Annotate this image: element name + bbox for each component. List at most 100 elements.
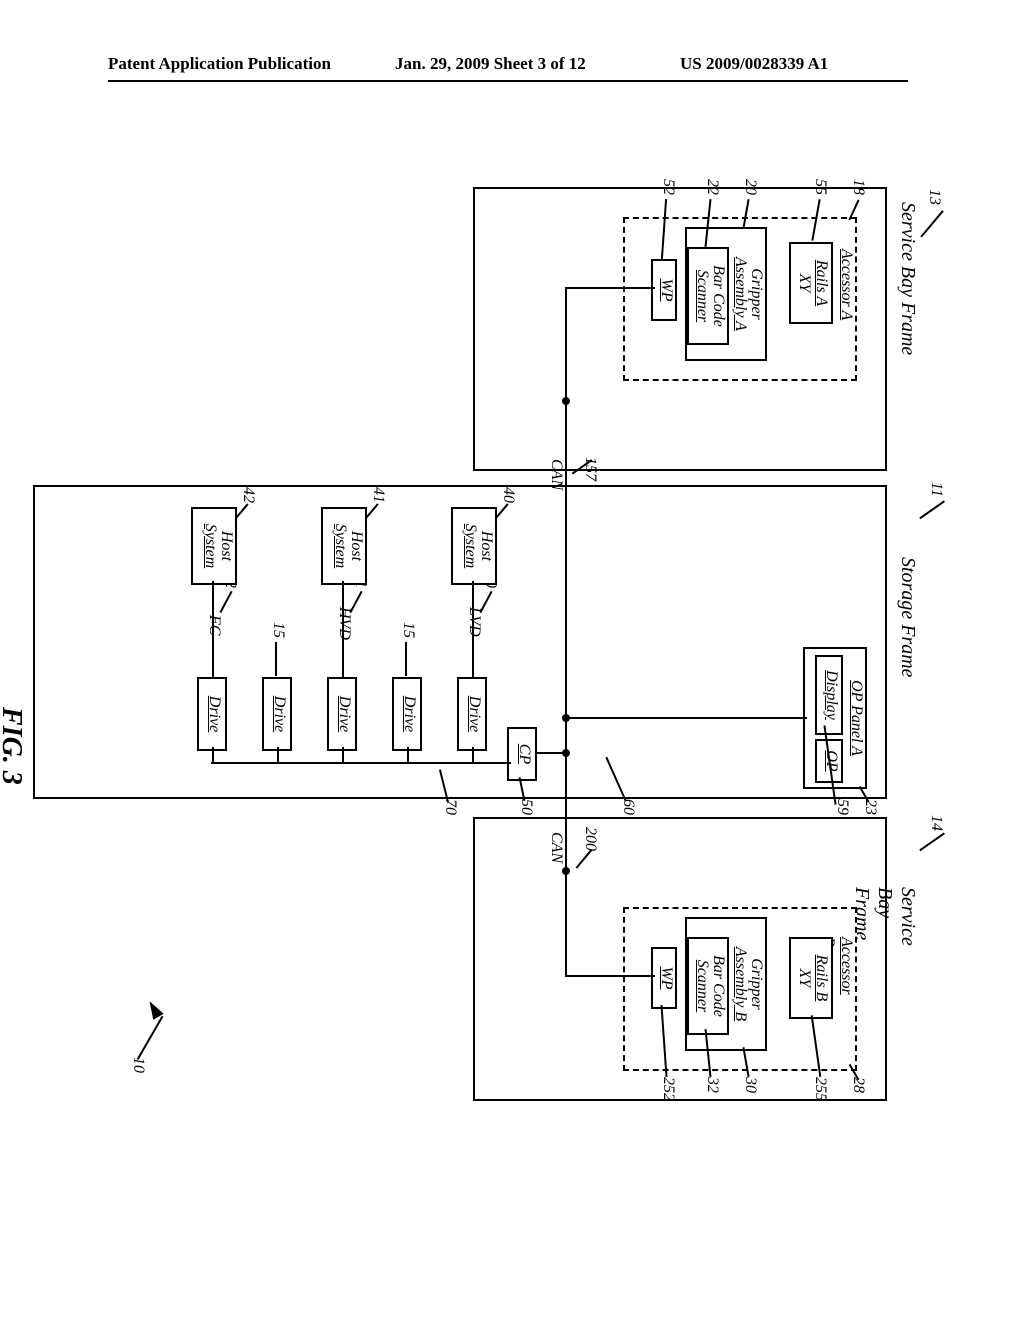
wp-b-label: WP: [657, 949, 675, 1007]
host-3: Host System: [191, 507, 237, 585]
ref-252: 252: [659, 1077, 677, 1101]
ref-15b: 15: [269, 622, 287, 638]
cp-d5: [212, 747, 214, 764]
drive-4: Drive: [262, 677, 292, 751]
barcode-a-box: Bar Code Scanner: [687, 247, 729, 345]
ref-23: 23: [861, 799, 879, 815]
ref-70: 70: [441, 799, 459, 815]
header-right: US 2009/0028339 A1: [680, 54, 828, 74]
host-1-b: System: [461, 509, 479, 583]
bus-lvd-line: [472, 581, 474, 677]
header-mid: Jan. 29, 2009 Sheet 3 of 12: [395, 54, 586, 74]
can-left-label: CAN: [547, 459, 565, 490]
can-node-right: [562, 867, 570, 875]
ref-14: 14: [927, 815, 945, 831]
ref-200: 200: [581, 827, 599, 851]
barcode-b-label: Bar Code: [709, 939, 727, 1033]
rails-b-label: Rails B: [812, 939, 830, 1017]
drive-4-label: Drive: [270, 679, 288, 749]
cp-box: CP: [507, 727, 537, 781]
header-left: Patent Application Publication: [108, 54, 331, 74]
gripper-a-label: Gripper: [747, 229, 765, 359]
figure-label: FIG. 3: [0, 707, 27, 785]
rails-a: Rails A XY: [789, 242, 833, 324]
page: Patent Application Publication Jan. 29, …: [0, 0, 1024, 1320]
ref-55: 55: [811, 179, 829, 195]
can-node-op: [562, 714, 570, 722]
can-drop-a: [567, 287, 655, 289]
cp-d3: [342, 747, 344, 764]
rails-a-sub: XY: [795, 244, 813, 322]
gripper-b-label: Gripper: [747, 919, 765, 1049]
gripper-a-sub: Assembly A: [731, 229, 749, 359]
host-1-a: Host: [477, 509, 495, 583]
drive-5-label: Drive: [205, 679, 223, 749]
cp-d2: [407, 747, 409, 764]
wp-a: WP: [651, 259, 677, 321]
figure-diagram: Service Bay Frame 13 Accessor A 18 Rails…: [1, 357, 927, 909]
can-node-left: [562, 397, 570, 405]
drive-3-label: Drive: [335, 679, 353, 749]
ref-50: 50: [517, 799, 535, 815]
ref-30: 30: [741, 1077, 759, 1093]
can-node-cp: [562, 749, 570, 757]
display-label: Display: [822, 657, 840, 733]
host-2: Host System: [321, 507, 367, 585]
right-service-bay-title: Service Bay Frame: [850, 887, 919, 946]
bus-fc: FC: [205, 615, 223, 635]
ref-52: 52: [659, 179, 677, 195]
ref-40: 40: [499, 487, 517, 503]
ref-255: 255: [811, 1077, 829, 1101]
header-rule: [108, 80, 908, 82]
cp-d4: [277, 747, 279, 764]
lead-10-curve: [137, 1016, 163, 1060]
cp-d1: [472, 747, 474, 764]
bus-fc-line: [212, 581, 214, 677]
cp-label: CP: [515, 729, 533, 779]
wp-b: WP: [651, 947, 677, 1009]
ref-20: 20: [741, 179, 759, 195]
barcode-b-sub: Scanner: [693, 939, 711, 1033]
accessor-a-title: Accessor A: [837, 249, 855, 320]
ref-42: 42: [239, 487, 257, 503]
ref-32: 32: [703, 1077, 721, 1093]
drive-1-label: Drive: [465, 679, 483, 749]
ref-18: 18: [849, 179, 867, 195]
rails-b-sub: XY: [795, 939, 813, 1017]
storage-title: Storage Frame: [896, 557, 919, 678]
ref-41: 41: [369, 487, 387, 503]
ref-13: 13: [925, 189, 943, 205]
can-drop-b: [567, 975, 655, 977]
ref-60: 60: [619, 799, 637, 815]
host-2-a: Host: [347, 509, 365, 583]
rails-b: Rails B XY: [789, 937, 833, 1019]
bus-hvd-line: [342, 581, 344, 677]
gripper-barcode-b: Gripper Assembly B Bar Code Scanner: [685, 917, 767, 1051]
ref-11: 11: [927, 482, 945, 497]
can-right-label: CAN: [547, 832, 565, 863]
lead-13: [921, 210, 944, 237]
display-box: Display: [815, 655, 843, 735]
lead-14: [920, 833, 945, 851]
ref-15a: 15: [399, 622, 417, 638]
gripper-b-sub: Assembly B: [731, 919, 749, 1049]
barcode-a-label: Bar Code: [709, 249, 727, 343]
drive-2: Drive: [392, 677, 422, 751]
op-panel-title: OP Panel A: [847, 649, 865, 787]
rails-a-label: Rails A: [812, 244, 830, 322]
host-1: Host System: [451, 507, 497, 585]
can-drop-op: [567, 717, 807, 719]
host-3-a: Host: [217, 509, 235, 583]
cp-rail: [211, 762, 511, 764]
op-panel: OP Panel A Display OP: [803, 647, 867, 789]
drive-3: Drive: [327, 677, 357, 751]
host-3-b: System: [201, 509, 219, 583]
barcode-b-box: Bar Code Scanner: [687, 937, 729, 1035]
gripper-barcode-a: Gripper Assembly A Bar Code Scanner: [685, 227, 767, 361]
wp-a-label: WP: [657, 261, 675, 319]
left-service-bay-title: Service Bay Frame: [896, 202, 919, 355]
lead-15a: [406, 642, 408, 676]
drive-2-label: Drive: [400, 679, 418, 749]
lead-11: [920, 501, 945, 519]
ref-22: 22: [703, 179, 721, 195]
